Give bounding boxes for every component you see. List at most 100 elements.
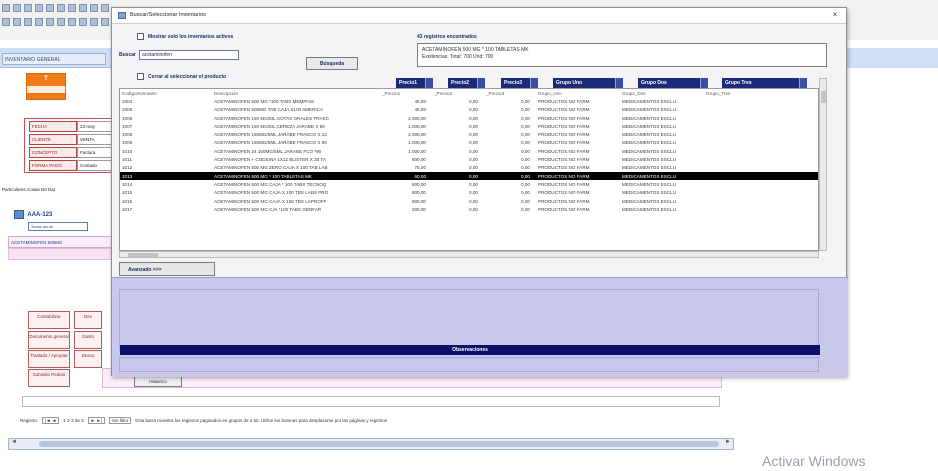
nav-first-button[interactable]: |◄ ◄: [42, 416, 60, 424]
table-row[interactable]: 1004 ACETAMINOFEN 500 MG *100 TABS MEMPHI…: [120, 97, 818, 105]
price3-cell: 0,00: [521, 107, 530, 113]
scroll-left-icon[interactable]: ◄: [9, 439, 19, 449]
observations-field[interactable]: [119, 357, 819, 372]
scrollbar-thumb[interactable]: [39, 441, 719, 447]
toolbar-row-top: [2, 4, 109, 14]
form-field[interactable]: VENTA: [77, 134, 113, 145]
nav-filter[interactable]: Sin filtro: [108, 416, 132, 424]
dialog-title: Buscar/Seleccionar Inventarios: [130, 12, 206, 18]
form-row: FECHA 23-may: [29, 121, 113, 132]
form-field[interactable]: Contado: [77, 160, 113, 171]
form-field[interactable]: Factura: [77, 147, 113, 158]
main-horizontal-scrollbar[interactable]: ◄ ►: [8, 438, 734, 450]
description-cell: ACETAMINOFEN 500MG TAB CAJA X100 AMERICA: [214, 107, 324, 113]
chevron-down-icon[interactable]: [700, 78, 708, 88]
nav-next-button[interactable]: ► ►|: [87, 416, 105, 424]
close-icon[interactable]: ×: [830, 10, 840, 20]
chevron-down-icon[interactable]: [799, 78, 807, 88]
toolbar-icon[interactable]: [13, 4, 21, 12]
documento-general-button[interactable]: Documento general: [28, 331, 70, 349]
table-row[interactable]: 1008 ACETAMINOFEN 160MG/5ML JARABE FRASCO…: [120, 130, 818, 138]
toolbar-icon[interactable]: [57, 4, 65, 12]
subheader-cell: Descripción: [214, 90, 238, 96]
toolbar-icon[interactable]: [90, 4, 98, 12]
traslado-button[interactable]: Traslado / Apropiar: [28, 350, 70, 368]
advanced-button[interactable]: Avanzado >>>: [119, 262, 215, 276]
close-on-select-checkbox[interactable]: [137, 73, 144, 80]
historico-button[interactable]: Historico: [134, 376, 182, 387]
toolbar-icon[interactable]: [2, 18, 10, 26]
chevron-down-icon[interactable]: [477, 78, 485, 88]
column-header-precio3[interactable]: Precio3: [501, 78, 538, 88]
only-active-option[interactable]: Mostrar solo los inventarios activos: [137, 33, 233, 40]
toolbar-icon[interactable]: [79, 4, 87, 12]
price2-cell: 0,00: [469, 181, 478, 187]
toolbar-icon[interactable]: [35, 18, 43, 26]
chevron-down-icon[interactable]: [615, 78, 623, 88]
group2-cell: MEDICAMENTOS ESCLU: [622, 140, 677, 146]
group1-cell: PRODUCTOS NO FARM: [538, 115, 590, 121]
table-row[interactable]: 1006 ACETAMINOFEN 150 MG/ML GOTAS ORALES …: [120, 114, 818, 122]
group3-cell: [704, 205, 818, 213]
table-row[interactable]: 1009 ACETAMINOFEN 160MG/5ML JARABE FRASCO…: [120, 139, 818, 147]
chevron-down-icon[interactable]: [530, 78, 538, 88]
scroll-right-icon[interactable]: ►: [723, 439, 733, 449]
column-header-grupo-uno[interactable]: Grupo Uno: [553, 78, 623, 88]
group2-cell: MEDICAMENTOS ESCLU: [622, 148, 677, 154]
only-active-checkbox[interactable]: [137, 33, 144, 40]
toolbar-icon[interactable]: [101, 4, 109, 12]
inventory-tab[interactable]: INVENTARIO GENERAL: [2, 53, 106, 65]
account-code[interactable]: AAA-123: [27, 212, 52, 218]
grid-vertical-scrollbar[interactable]: [819, 78, 827, 251]
table-row[interactable]: 1015 ACETAMINOFEN 500 MG CAJA X 100 TBS L…: [120, 189, 818, 197]
column-header-grupo-dos[interactable]: Grupo Dos: [638, 78, 708, 88]
table-row[interactable]: 1013 ACETAMINOFEN 500 MG * 100 TABLETAS M…: [120, 171, 818, 181]
toolbar-icon[interactable]: [13, 18, 21, 26]
dev-button[interactable]: Dev: [74, 311, 102, 329]
toolbar-icon[interactable]: [24, 4, 32, 12]
form-field[interactable]: 23-may: [77, 121, 113, 132]
inventory-grid[interactable]: CodigoInventario Descripción _Precio1 _P…: [119, 88, 819, 251]
grid-horizontal-scrollbar[interactable]: [119, 251, 819, 258]
scrollbar-thumb[interactable]: [128, 253, 158, 257]
group1-cell: PRODUCTOS NO FARM: [536, 171, 620, 181]
toolbar-icon[interactable]: [46, 4, 54, 12]
column-header-grupo-tres[interactable]: Grupo Tres: [722, 78, 807, 88]
table-row[interactable]: 1011 ACETAMINOFEN + CODEINA 1X12 BLISTER …: [120, 155, 818, 163]
table-row[interactable]: 1007 ACETAMINOFEN 150 MG/ML CEREZA JARABE…: [120, 122, 818, 130]
contabilizar-button[interactable]: Contabilizar: [28, 311, 70, 329]
table-row[interactable]: 1005 ACETAMINOFEN 500MG TAB CAJA X100 AME…: [120, 106, 818, 114]
table-row[interactable]: 1010 ACETAMINOFEN 24 160MG/5ML JARABE FCO…: [120, 147, 818, 155]
price3-cell: 0,00: [521, 115, 530, 121]
column-header-precio2[interactable]: Precio2: [448, 78, 485, 88]
descu-button[interactable]: Descu: [74, 350, 102, 368]
column-header-precio1[interactable]: Precio1: [396, 78, 433, 88]
product-row[interactable]: ACETAMINOFEN 500MG: [8, 236, 118, 248]
toolbar-icon[interactable]: [57, 18, 65, 26]
price3-cell: 0,00: [521, 98, 530, 104]
price3-cell: 0,00: [521, 198, 530, 204]
table-row[interactable]: 1012 ACETAMINOFEN 500 MG ZERO CAJA X 100 …: [120, 164, 818, 172]
gasto-button[interactable]: Gasto: [74, 331, 102, 349]
close-on-select-option[interactable]: Cerrar al seleccionar el producto: [137, 73, 226, 80]
table-row[interactable]: 1014 ACETAMINOFEN 500 MG CAJA * 100 TABS …: [120, 180, 818, 188]
badge-subtitle: [27, 86, 65, 93]
toolbar-icon[interactable]: [68, 4, 76, 12]
toolbar-icon[interactable]: [68, 18, 76, 26]
toolbar-icon[interactable]: [79, 18, 87, 26]
toolbar-icon[interactable]: [90, 18, 98, 26]
toolbar-icon[interactable]: [46, 18, 54, 26]
table-row[interactable]: 1016 ACETAMINOFEN 500 MG CAJA X 100 TBS L…: [120, 197, 818, 205]
toolbar-icon[interactable]: [101, 18, 109, 26]
toolbar-icon[interactable]: [2, 4, 10, 12]
scrollbar-thumb[interactable]: [821, 91, 826, 103]
account-select[interactable]: Todas las de: [28, 222, 88, 231]
chevron-down-icon[interactable]: [425, 78, 433, 88]
subsidio-button[interactable]: Subsidio Pedido: [28, 369, 70, 387]
toolbar-icon[interactable]: [24, 18, 32, 26]
search-button[interactable]: Búsqueda: [306, 57, 358, 70]
toolbar-icon[interactable]: [35, 4, 43, 12]
table-row[interactable]: 1017 ACETAMINOFEN 500 MG CJA *100 TABS GE…: [120, 205, 818, 213]
search-input[interactable]: [138, 50, 239, 60]
group3-cell: [704, 97, 818, 105]
